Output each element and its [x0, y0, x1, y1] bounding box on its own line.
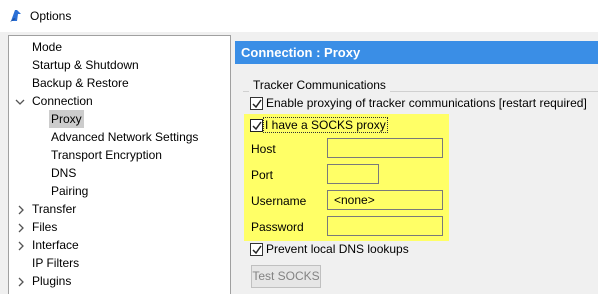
- socks-proxy-label[interactable]: I have a SOCKS proxy: [263, 117, 388, 133]
- socks-proxy-checkbox[interactable]: [250, 119, 263, 132]
- page-title: Connection : Proxy: [241, 45, 361, 60]
- page-header: Connection : Proxy: [235, 41, 598, 64]
- tree-item-advanced-network[interactable]: Advanced Network Settings: [51, 128, 198, 146]
- title-bar: Options: [0, 0, 598, 32]
- enable-proxy-label[interactable]: Enable proxying of tracker communication…: [266, 96, 587, 110]
- group-divider: [390, 91, 598, 92]
- tree-item-proxy[interactable]: Proxy: [49, 110, 84, 128]
- username-input[interactable]: <none>: [327, 190, 443, 210]
- group-label-tracker: Tracker Communications: [251, 78, 388, 92]
- options-tree[interactable]: Mode Startup & Shutdown Backup & Restore…: [8, 35, 231, 294]
- app-icon: [8, 8, 24, 24]
- password-label: Password: [251, 220, 304, 234]
- chevron-right-icon[interactable]: [17, 240, 27, 252]
- tree-item-mode[interactable]: Mode: [32, 38, 62, 56]
- host-input[interactable]: [327, 138, 443, 158]
- tree-item-interface[interactable]: Interface: [32, 236, 79, 254]
- window-title: Options: [30, 9, 72, 23]
- tree-item-pairing[interactable]: Pairing: [51, 182, 88, 200]
- port-input[interactable]: [327, 164, 379, 184]
- tree-item-dns[interactable]: DNS: [51, 164, 76, 182]
- password-input[interactable]: [327, 216, 443, 236]
- checkmark-icon: [252, 121, 262, 131]
- username-label: Username: [251, 194, 307, 208]
- checkmark-icon: [252, 245, 262, 255]
- tree-item-startup-shutdown[interactable]: Startup & Shutdown: [32, 56, 139, 74]
- host-label: Host: [251, 142, 276, 156]
- test-socks-button[interactable]: Test SOCKS: [251, 265, 321, 288]
- chevron-down-icon[interactable]: [15, 96, 25, 108]
- prevent-dns-label[interactable]: Prevent local DNS lookups: [266, 242, 409, 256]
- chevron-right-icon[interactable]: [17, 204, 27, 216]
- tree-item-transfer[interactable]: Transfer: [32, 200, 76, 218]
- chevron-right-icon[interactable]: [17, 276, 27, 288]
- prevent-dns-checkbox[interactable]: [250, 243, 263, 256]
- enable-proxy-checkbox[interactable]: [250, 97, 263, 110]
- tree-item-connection[interactable]: Connection: [32, 92, 93, 110]
- tree-item-ip-filters[interactable]: IP Filters: [32, 254, 79, 272]
- group-divider: [243, 91, 249, 92]
- checkmark-icon: [252, 99, 262, 109]
- settings-panel: Connection : Proxy Tracker Communication…: [235, 35, 598, 293]
- tree-item-plugins[interactable]: Plugins: [32, 272, 71, 290]
- port-label: Port: [251, 168, 274, 182]
- tree-item-files[interactable]: Files: [32, 218, 57, 236]
- chevron-right-icon[interactable]: [17, 222, 27, 234]
- tree-item-transport-encryption[interactable]: Transport Encryption: [51, 146, 162, 164]
- tree-item-backup-restore[interactable]: Backup & Restore: [32, 74, 129, 92]
